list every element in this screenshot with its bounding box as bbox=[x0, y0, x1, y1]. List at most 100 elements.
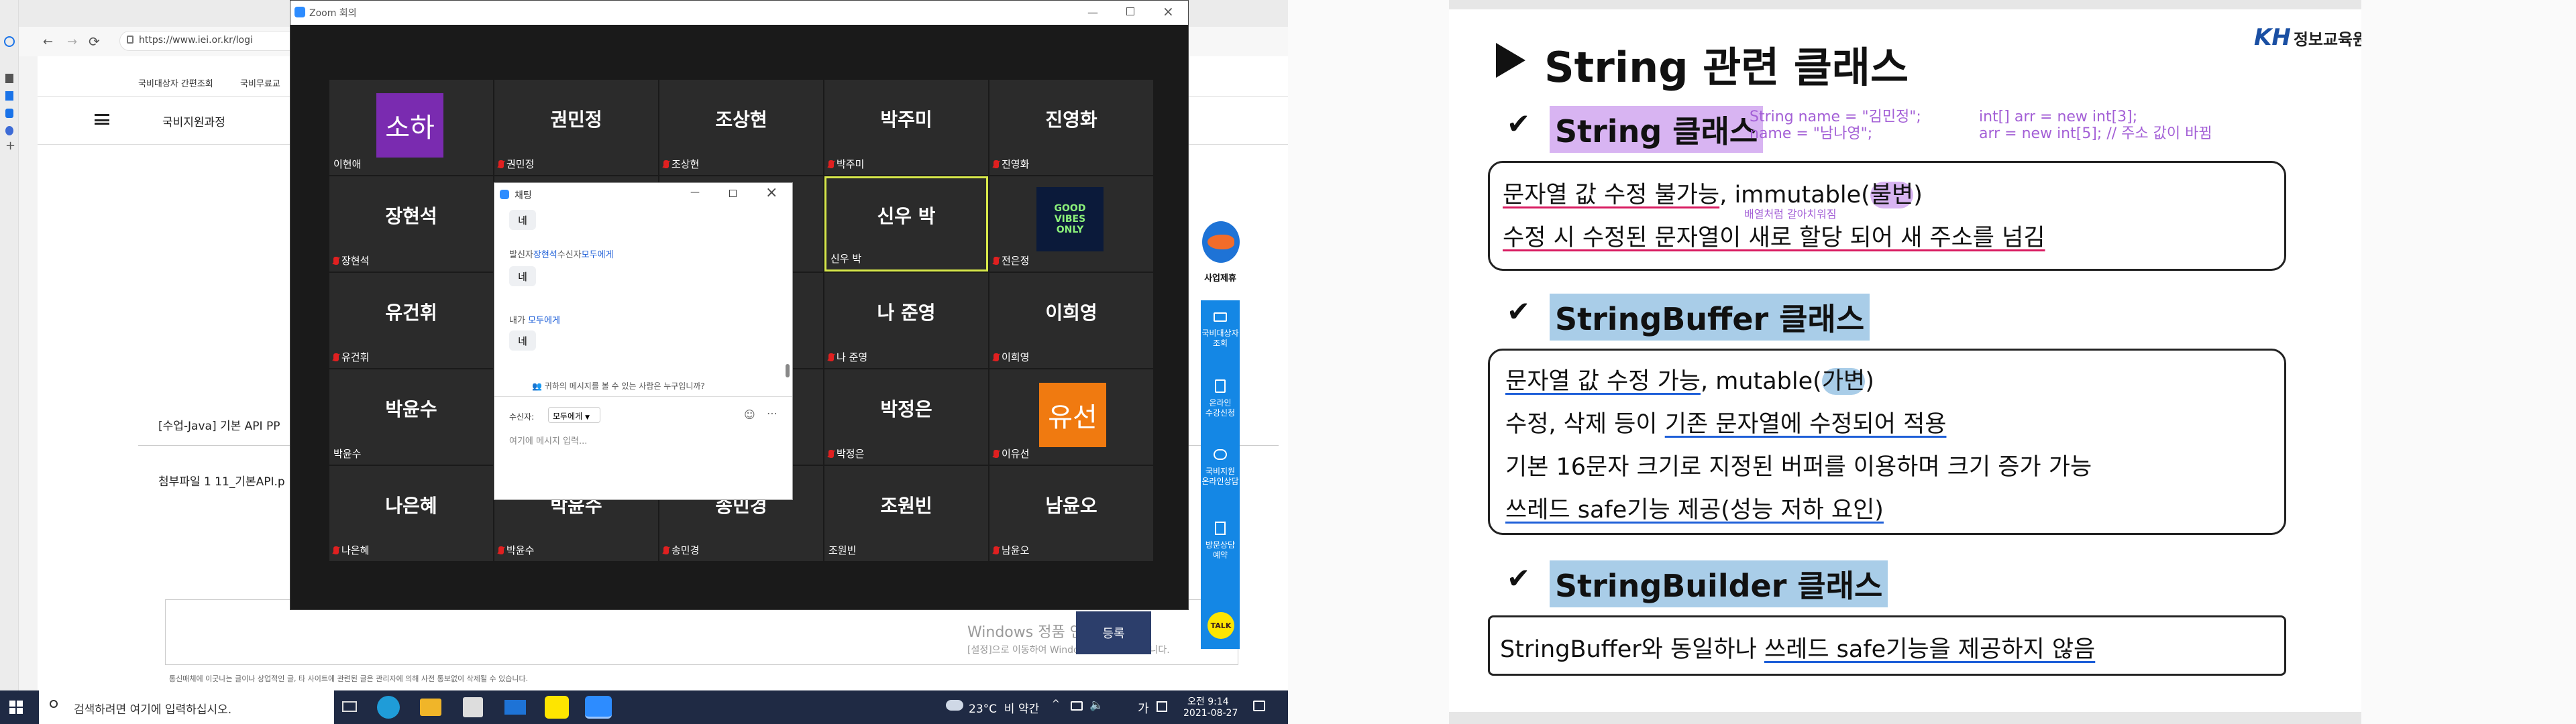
participant-label: 박정은 bbox=[828, 446, 864, 461]
tab-icon[interactable] bbox=[5, 109, 13, 118]
attachment-link[interactable]: 첨부파일 1 11_기본API.p bbox=[158, 472, 285, 489]
post-title: [수업-Java] 기본 API PP bbox=[158, 420, 280, 433]
video-tile[interactable]: 박주미 박주미 bbox=[824, 80, 988, 175]
weather-icon[interactable] bbox=[946, 700, 963, 711]
participant-label: 전은정 bbox=[994, 253, 1029, 267]
section-heading: StringBuffer 클래스 bbox=[1550, 294, 1870, 341]
store-icon[interactable] bbox=[463, 697, 483, 717]
video-tile[interactable]: 권민정 권민정 bbox=[494, 80, 658, 175]
video-tile[interactable]: 소하 이현애 bbox=[329, 80, 493, 175]
chat-input[interactable]: 여기에 메시지 입력... bbox=[509, 434, 587, 446]
sender-name[interactable]: 장현석 bbox=[533, 250, 557, 260]
video-tile[interactable]: 유건휘 유건휘 bbox=[329, 273, 493, 368]
privacy-line[interactable]: 👥 귀하의 메시지를 볼 수 있는 사람은 누구입니까? bbox=[532, 380, 705, 391]
video-tile[interactable]: 조원빈 조원빈 bbox=[824, 466, 988, 561]
clock-time[interactable]: 오전 9:14 bbox=[1187, 695, 1229, 708]
participant-sub-name: 남윤오 bbox=[1002, 544, 1030, 556]
windows-start-icon[interactable] bbox=[9, 701, 23, 714]
close-icon[interactable]: × bbox=[765, 184, 777, 201]
menu-item[interactable]: 국비지원과정 bbox=[162, 113, 225, 129]
participant-label: 유건휘 bbox=[333, 350, 369, 364]
participant-name: 이희영 bbox=[1045, 302, 1097, 324]
sender-prefix: 내가 bbox=[509, 316, 525, 326]
notification-icon[interactable] bbox=[1253, 701, 1265, 711]
participant-sub-name: 진영화 bbox=[1002, 158, 1030, 170]
code-snippet: int[] arr = new int[3]; arr = new int[5]… bbox=[1979, 109, 2212, 143]
participant-label: 나 준영 bbox=[828, 350, 867, 364]
sidebar-item-lookup[interactable]: 국비대상자 조회 bbox=[1201, 328, 1240, 349]
video-tile[interactable]: 나은혜 나은혜 bbox=[329, 466, 493, 561]
participant-name: 박정은 bbox=[880, 398, 932, 420]
video-tile[interactable]: 진영화 진영화 bbox=[989, 80, 1153, 175]
recipient-name[interactable]: 모두에게 bbox=[528, 316, 560, 326]
emoji-icon[interactable]: ☺ bbox=[744, 408, 755, 421]
video-tile[interactable]: 신우 박 신우 박 bbox=[824, 176, 988, 272]
ime-indicator[interactable]: 가 bbox=[1138, 699, 1149, 717]
search-icon bbox=[50, 700, 58, 708]
slide: String 관련 클래스 KH 정보교육원 ✔ String 클래스 Stri… bbox=[1449, 0, 2367, 724]
bing-icon[interactable] bbox=[5, 91, 13, 101]
content-line: 수정, 삭제 등이 기존 문자열에 수정되어 적용 bbox=[1505, 405, 1946, 439]
code-line: int[] arr = new int[3]; bbox=[1979, 109, 2138, 125]
back-arrow-icon[interactable]: ← bbox=[43, 35, 53, 49]
minimize-icon[interactable]: — bbox=[690, 187, 700, 198]
speaker-icon[interactable]: 🔈 bbox=[1089, 699, 1104, 712]
maximize-icon[interactable] bbox=[1126, 7, 1134, 15]
weather-text[interactable]: 23°C 비 약간 bbox=[969, 699, 1039, 716]
taskbar-search[interactable]: 검색하려면 여기에 입력하십시오. bbox=[39, 690, 334, 724]
sidebar-item-consult[interactable]: 국비지원 온라인상담 bbox=[1201, 467, 1240, 487]
task-view-icon[interactable] bbox=[342, 701, 357, 712]
zoom-taskbar-icon[interactable] bbox=[585, 696, 612, 719]
more-icon[interactable]: ⋯ bbox=[767, 407, 777, 420]
close-icon[interactable]: × bbox=[1163, 3, 1174, 19]
tray-chevron-icon[interactable]: ^ bbox=[1052, 699, 1060, 709]
participant-name: 나 준영 bbox=[877, 302, 936, 324]
people-icon: 👥 bbox=[532, 381, 542, 391]
section-heading: String 클래스 bbox=[1550, 106, 1764, 153]
network-icon[interactable] bbox=[1071, 701, 1083, 711]
video-tile[interactable]: 남윤오 남윤오 bbox=[989, 466, 1153, 561]
nav-item[interactable]: 국비무료교 bbox=[240, 76, 280, 89]
video-tile[interactable]: 장현석 장현석 bbox=[329, 176, 493, 272]
partnership-label[interactable]: 사업제휴 bbox=[1201, 271, 1240, 284]
participant-sub-name: 이현애 bbox=[333, 158, 362, 170]
content-line: 기본 16문자 크기로 지정된 버퍼를 이용하며 크기 증가 가능 bbox=[1505, 454, 2092, 481]
tab-icon[interactable] bbox=[5, 74, 13, 83]
left-white-margin bbox=[1288, 0, 1449, 724]
back-icon[interactable] bbox=[4, 36, 15, 47]
kakaotalk-taskbar-icon[interactable] bbox=[545, 696, 569, 719]
participant-name: 조상현 bbox=[715, 109, 767, 131]
video-tile[interactable]: 조상현 조상현 bbox=[659, 80, 823, 175]
recipient-name[interactable]: 모두에게 bbox=[582, 250, 614, 260]
video-tile[interactable]: 박정은 박정은 bbox=[824, 369, 988, 465]
file-explorer-icon[interactable] bbox=[420, 699, 441, 716]
clock-date[interactable]: 2021-08-27 bbox=[1183, 708, 1238, 719]
video-tile[interactable]: 이희영 이희영 bbox=[989, 273, 1153, 368]
chat-scrollbar[interactable] bbox=[786, 364, 790, 377]
keyboard-icon[interactable] bbox=[1157, 701, 1167, 712]
code-snippet: String name = "김민정"; name = "남나영"; bbox=[1750, 109, 1921, 143]
fish-logo-icon bbox=[1202, 221, 1240, 263]
refresh-icon[interactable]: ⟳ bbox=[89, 34, 100, 50]
video-tile[interactable]: 박윤수 박윤수 bbox=[329, 369, 493, 465]
video-tile[interactable]: 나 준영 나 준영 bbox=[824, 273, 988, 368]
zoom-title: Zoom 회의 bbox=[309, 8, 357, 19]
chat-sender-line: 내가 모두에게 bbox=[509, 313, 560, 326]
mail-icon[interactable] bbox=[504, 700, 526, 715]
sidebar-item-enroll[interactable]: 온라인 수강신청 bbox=[1201, 398, 1240, 418]
edge-icon[interactable] bbox=[377, 696, 400, 719]
minimize-icon[interactable]: — bbox=[1087, 6, 1098, 19]
hamburger-icon[interactable] bbox=[95, 114, 109, 125]
video-tile[interactable]: GOOD VIBES ONLY 전은정 bbox=[989, 176, 1153, 272]
participant-label: 나은혜 bbox=[333, 543, 369, 557]
participant-label: 신우 박 bbox=[830, 251, 861, 265]
app-icon[interactable] bbox=[5, 126, 13, 135]
add-tab-icon[interactable]: + bbox=[5, 140, 15, 152]
sidebar-item-visit[interactable]: 방문상담 예약 bbox=[1201, 540, 1240, 560]
video-tile[interactable]: 유선 이유선 bbox=[989, 369, 1153, 465]
recipient-select[interactable]: 모두에게 ▼ bbox=[548, 407, 600, 423]
nav-item[interactable]: 국비대상자 간편조회 bbox=[138, 76, 213, 89]
register-button[interactable]: 등록 bbox=[1076, 611, 1151, 654]
maximize-icon[interactable] bbox=[729, 190, 737, 197]
forward-arrow-icon[interactable]: → bbox=[67, 35, 77, 49]
